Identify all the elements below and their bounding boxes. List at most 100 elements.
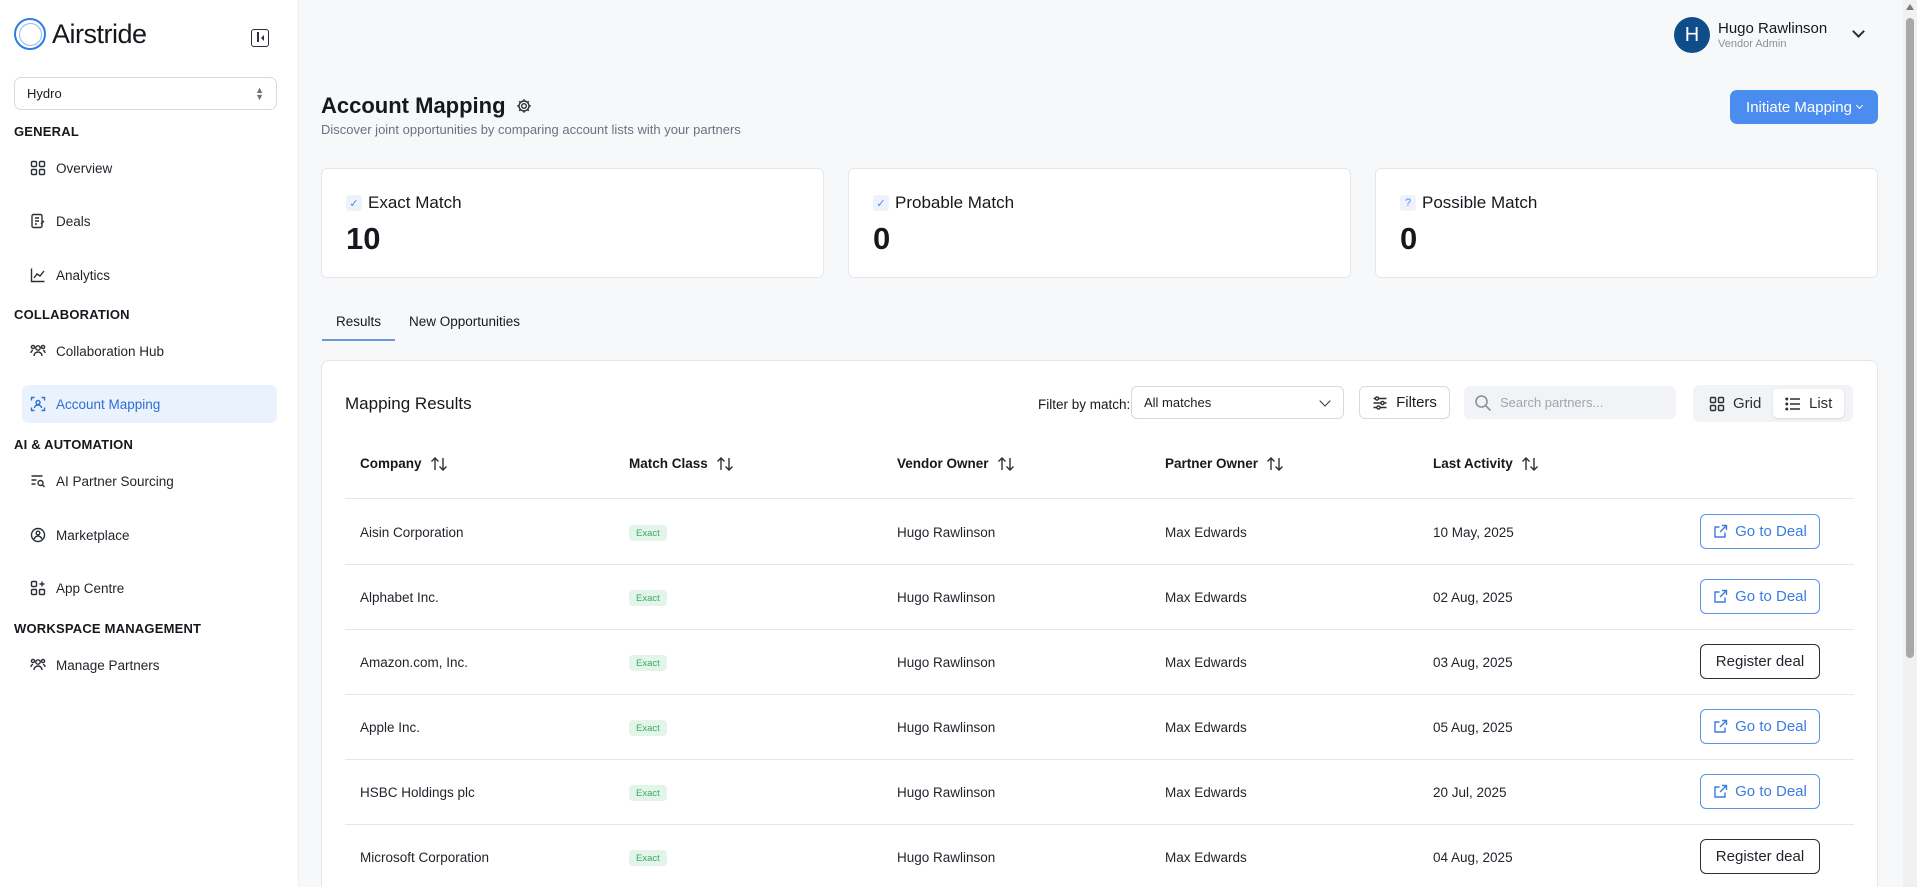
sidebar-item-app-centre[interactable]: App Centre bbox=[22, 569, 277, 607]
sidebar-item-label: Overview bbox=[56, 160, 113, 176]
search-placeholder: Search partners... bbox=[1500, 395, 1604, 410]
stat-label: Possible Match bbox=[1422, 193, 1538, 212]
search-icon bbox=[1475, 394, 1492, 411]
page-subtitle: Discover joint opportunities by comparin… bbox=[321, 122, 741, 137]
cell-partner-owner: Max Edwards bbox=[1165, 785, 1247, 800]
workspace-selected: Hydro bbox=[27, 86, 62, 101]
cell-vendor-owner: Hugo Rawlinson bbox=[897, 655, 996, 670]
sidebar-item-label: App Centre bbox=[56, 580, 125, 596]
cell-vendor-owner: Hugo Rawlinson bbox=[897, 785, 996, 800]
cell-partner-owner: Max Edwards bbox=[1165, 655, 1247, 670]
register-deal-button[interactable]: Register deal bbox=[1700, 839, 1820, 874]
column-header-partner-owner[interactable]: Partner Owner bbox=[1165, 456, 1284, 471]
column-header-vendor-owner[interactable]: Vendor Owner bbox=[897, 456, 1015, 471]
search-partners-input[interactable]: Search partners... bbox=[1464, 386, 1676, 419]
people-icon bbox=[30, 657, 46, 673]
gear-icon[interactable] bbox=[516, 98, 532, 114]
go-to-deal-button[interactable]: Go to Deal bbox=[1700, 579, 1820, 614]
cell-vendor-owner: Hugo Rawlinson bbox=[897, 720, 996, 735]
match-badge: Exact bbox=[629, 655, 667, 671]
stat-card-possible-match: ? Possible Match 0 bbox=[1375, 168, 1878, 278]
section-ai-automation: AI & AUTOMATION bbox=[14, 437, 134, 452]
chart-icon bbox=[30, 267, 46, 283]
sidebar-item-overview[interactable]: Overview bbox=[22, 149, 277, 187]
tab-results[interactable]: Results bbox=[322, 314, 396, 341]
cell-last-activity: 04 Aug, 2025 bbox=[1433, 850, 1513, 865]
match-badge: Exact bbox=[629, 525, 667, 541]
page-title: Account Mapping bbox=[321, 93, 506, 118]
action-label: Register deal bbox=[1715, 653, 1805, 670]
column-header-last-activity[interactable]: Last Activity bbox=[1433, 456, 1539, 471]
cell-last-activity: 20 Jul, 2025 bbox=[1433, 785, 1507, 800]
column-label: Partner Owner bbox=[1165, 456, 1259, 471]
go-to-deal-button[interactable]: Go to Deal bbox=[1700, 514, 1820, 549]
go-to-deal-button[interactable]: Go to Deal bbox=[1700, 774, 1820, 809]
workspace-select[interactable]: Hydro ▲ ▼ bbox=[14, 77, 277, 110]
cell-company: Microsoft Corporation bbox=[360, 850, 490, 865]
deals-icon bbox=[30, 213, 46, 229]
cell-vendor-owner: Hugo Rawlinson bbox=[897, 525, 996, 540]
cell-company: Alphabet Inc. bbox=[360, 590, 439, 605]
scroll-thumb[interactable] bbox=[1906, 18, 1914, 658]
user-role: Vendor Admin bbox=[1718, 38, 1787, 50]
view-list-button[interactable]: List bbox=[1773, 389, 1845, 418]
sidebar-item-deals[interactable]: Deals bbox=[22, 202, 277, 240]
stat-value: 0 bbox=[1400, 221, 1418, 256]
initiate-mapping-button[interactable]: Initiate Mapping bbox=[1730, 90, 1878, 124]
grid-icon bbox=[30, 160, 46, 176]
table-row: Alphabet Inc. Exact Hugo Rawlinson Max E… bbox=[345, 565, 1854, 630]
chevron-down-icon[interactable] bbox=[1852, 25, 1865, 38]
cell-last-activity: 05 Aug, 2025 bbox=[1433, 720, 1513, 735]
table-row: Microsoft Corporation Exact Hugo Rawlins… bbox=[345, 825, 1854, 887]
chevron-down-icon bbox=[1855, 101, 1863, 110]
column-header-company[interactable]: Company bbox=[360, 456, 448, 471]
user-menu[interactable]: H Hugo Rawlinson Vendor Admin bbox=[1674, 17, 1865, 53]
sidebar-item-manage-partners[interactable]: Manage Partners bbox=[22, 646, 277, 684]
stat-card-probable-match: ✓ Probable Match 0 bbox=[848, 168, 1351, 278]
page-scrollbar[interactable] bbox=[1903, 0, 1917, 887]
external-link-icon bbox=[1714, 784, 1728, 798]
collapse-sidebar-icon[interactable] bbox=[251, 29, 269, 47]
question-icon: ? bbox=[1400, 195, 1416, 211]
sort-icon bbox=[1267, 456, 1284, 471]
sidebar-item-label: AI Partner Sourcing bbox=[56, 473, 174, 489]
cell-company: Amazon.com, Inc. bbox=[360, 655, 469, 670]
sidebar-item-label: Analytics bbox=[56, 267, 111, 283]
external-link-icon bbox=[1714, 719, 1728, 733]
sidebar-item-ai-partner-sourcing[interactable]: AI Partner Sourcing bbox=[22, 462, 277, 500]
page-title-row: Account Mapping bbox=[321, 93, 532, 119]
go-to-deal-button[interactable]: Go to Deal bbox=[1700, 709, 1820, 744]
updown-chevron-icon: ▲ ▼ bbox=[255, 84, 264, 102]
view-list-label: List bbox=[1809, 395, 1833, 412]
list-search-icon bbox=[30, 473, 46, 489]
view-grid-button[interactable]: Grid bbox=[1697, 389, 1773, 418]
app-logo[interactable]: Airstride bbox=[14, 18, 147, 50]
cell-company: HSBC Holdings plc bbox=[360, 785, 475, 800]
match-filter-value: All matches bbox=[1144, 395, 1212, 410]
check-icon: ✓ bbox=[873, 195, 889, 211]
stat-card-exact-match: ✓ Exact Match 10 bbox=[321, 168, 824, 278]
cell-company: Apple Inc. bbox=[360, 720, 421, 735]
action-label: Register deal bbox=[1715, 848, 1805, 865]
table-row: HSBC Holdings plc Exact Hugo Rawlinson M… bbox=[345, 760, 1854, 825]
sort-icon bbox=[1521, 456, 1538, 471]
filters-button[interactable]: Filters bbox=[1359, 386, 1450, 419]
mapping-results-card: Mapping Results Filter by match: All mat… bbox=[321, 360, 1878, 887]
match-filter-select[interactable]: All matches bbox=[1131, 386, 1344, 419]
column-header-match-class[interactable]: Match Class bbox=[629, 456, 734, 471]
sidebar-item-marketplace[interactable]: Marketplace bbox=[22, 516, 277, 554]
view-grid-label: Grid bbox=[1733, 395, 1762, 412]
section-collaboration: COLLABORATION bbox=[14, 307, 130, 322]
sidebar-item-collaboration-hub[interactable]: Collaboration Hub bbox=[22, 332, 277, 370]
scroll-up-arrow-icon[interactable] bbox=[1906, 4, 1914, 10]
sort-icon bbox=[430, 456, 447, 471]
tab-new-opportunities[interactable]: New Opportunities bbox=[395, 314, 534, 339]
sidebar-item-analytics[interactable]: Analytics bbox=[22, 256, 277, 294]
register-deal-button[interactable]: Register deal bbox=[1700, 644, 1820, 679]
sidebar-item-account-mapping[interactable]: Account Mapping bbox=[22, 385, 277, 423]
section-general: GENERAL bbox=[14, 124, 79, 139]
sidebar: Airstride Hydro ▲ ▼ GENERAL Overview Deal… bbox=[0, 0, 299, 887]
cell-partner-owner: Max Edwards bbox=[1165, 850, 1247, 865]
sort-icon bbox=[716, 456, 733, 471]
column-label: Company bbox=[360, 456, 422, 471]
